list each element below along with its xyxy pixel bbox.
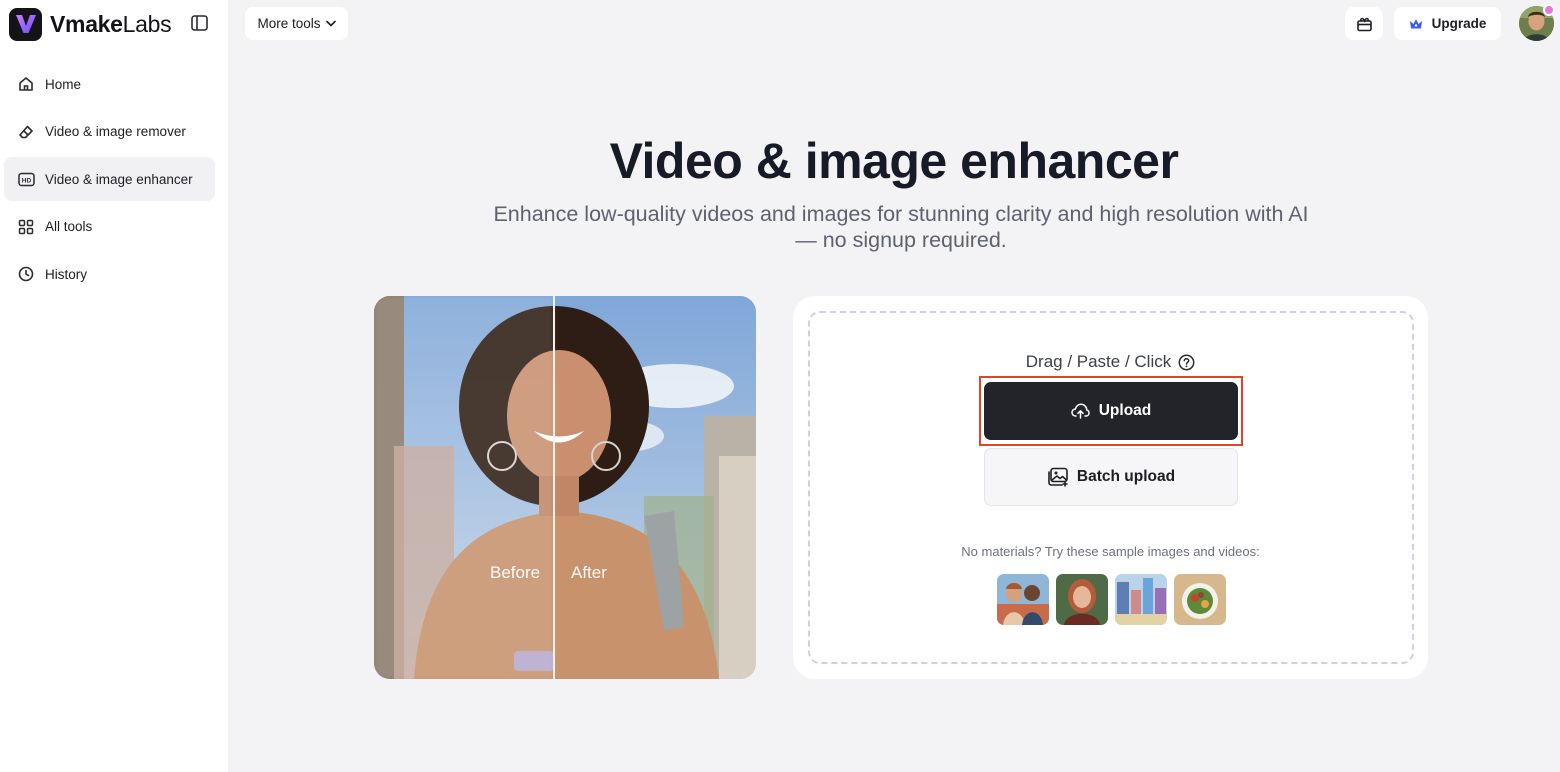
- more-tools-label: More tools: [257, 16, 321, 31]
- help-icon[interactable]: [1178, 354, 1195, 371]
- before-after-preview[interactable]: [374, 296, 756, 679]
- upgrade-button[interactable]: Upgrade: [1394, 7, 1501, 40]
- sidebar-item-enhancer[interactable]: HD Video & image enhancer: [4, 157, 215, 201]
- before-label: Before: [490, 563, 541, 582]
- hd-icon: HD: [17, 170, 35, 188]
- upload-button[interactable]: Upload: [984, 382, 1238, 440]
- page-subtitle: Enhance low-quality videos and images fo…: [493, 202, 1309, 252]
- sample-thumbnail-portrait[interactable]: [1056, 574, 1108, 625]
- batch-upload-label: Batch upload: [1076, 468, 1176, 485]
- before-after-image: [374, 296, 756, 679]
- sidebar-item-label: Video & image enhancer: [45, 171, 193, 187]
- crown-icon: [1409, 18, 1422, 28]
- vmake-logo-icon: [9, 7, 42, 41]
- page-title: Video & image enhancer: [609, 133, 1179, 189]
- eraser-icon: [17, 123, 35, 141]
- drop-hint: Drag / Paste / Click: [793, 352, 1428, 372]
- brand-logo[interactable]: VmakeLabs: [9, 7, 172, 41]
- after-label: After: [571, 563, 607, 582]
- sidebar-item-label: All tools: [45, 219, 93, 234]
- sample-thumbnail-friends[interactable]: [997, 574, 1049, 625]
- gift-icon: [1356, 17, 1372, 32]
- batch-upload-button[interactable]: Batch upload: [984, 448, 1238, 506]
- sidebar-item-all-tools[interactable]: All tools: [4, 205, 215, 249]
- sidebar-nav: Home Video & image remover HD Video & im…: [4, 62, 215, 300]
- drop-hint-label: Drag / Paste / Click: [1025, 352, 1172, 371]
- grid-icon: [17, 218, 35, 236]
- chevron-down-icon: [325, 20, 336, 27]
- home-icon: [17, 75, 35, 93]
- brand-name: VmakeLabs: [50, 10, 172, 37]
- sidebar-item-label: Home: [45, 76, 82, 92]
- sidebar: VmakeLabs Home Video & image remover HD …: [0, 0, 228, 772]
- sample-thumbnail-city[interactable]: [1115, 574, 1167, 625]
- sidebar-item-label: History: [45, 266, 88, 282]
- more-tools-dropdown[interactable]: More tools: [245, 7, 348, 40]
- sidebar-toggle-icon[interactable]: [189, 13, 209, 33]
- image-stack-icon: [1048, 467, 1068, 487]
- sidebar-item-remover[interactable]: Video & image remover: [4, 110, 215, 154]
- cloud-upload-icon: [1070, 403, 1090, 419]
- sample-note: No materials? Try these sample images an…: [961, 544, 1260, 559]
- upload-label: Upload: [1098, 402, 1152, 419]
- notification-badge: [1543, 4, 1555, 16]
- svg-text:HD: HD: [21, 177, 31, 184]
- upgrade-label: Upgrade: [1431, 16, 1487, 31]
- sample-thumbnail-food[interactable]: [1174, 574, 1226, 625]
- gift-button[interactable]: [1345, 7, 1383, 40]
- sidebar-item-history[interactable]: History: [4, 252, 215, 296]
- sidebar-item-label: Video & image remover: [45, 124, 186, 139]
- sidebar-item-home[interactable]: Home: [4, 62, 215, 106]
- clock-icon: [17, 265, 35, 283]
- sample-media-list: [997, 574, 1226, 625]
